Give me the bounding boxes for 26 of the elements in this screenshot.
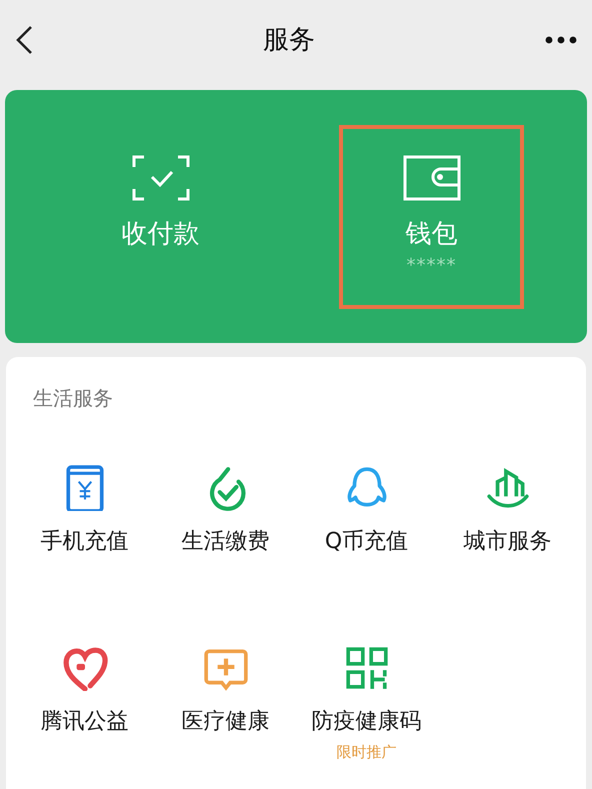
scan-check-icon [132,154,190,200]
service-label: 腾讯公益 [40,711,128,733]
service-label: 防疫健康码 [312,711,422,733]
promo-tag: 限时推广 [336,745,396,760]
service-label: 手机充值 [40,531,128,553]
item-label: 钱包 [406,220,458,246]
service-label: Q币充值 [324,531,408,553]
service-label: 医疗健康 [182,711,270,733]
more-icon[interactable] [544,35,578,45]
masked-balance: ***** [406,256,456,274]
section-title: 生活服务 [32,385,114,412]
wallet-icon [402,154,460,200]
page-title: 服务 [263,24,315,56]
service-item[interactable]: 生活缴费 [155,443,296,593]
back-icon[interactable] [14,24,34,56]
service-item[interactable]: 防疫健康码 限时推广 [296,623,437,773]
service-label: 生活缴费 [182,531,270,553]
qr-code-icon [344,645,390,691]
service-item[interactable]: 腾讯公益 [14,623,155,773]
service-item[interactable]: Q币充值 [296,443,437,593]
item-label: 收付款 [122,220,200,246]
service-label: 城市服务 [464,531,552,553]
heart-icon [62,645,108,691]
service-item[interactable]: 医疗健康 [155,623,296,773]
service-item[interactable]: 城市服务 [437,443,578,593]
service-item[interactable]: 手机充值 [14,443,155,593]
